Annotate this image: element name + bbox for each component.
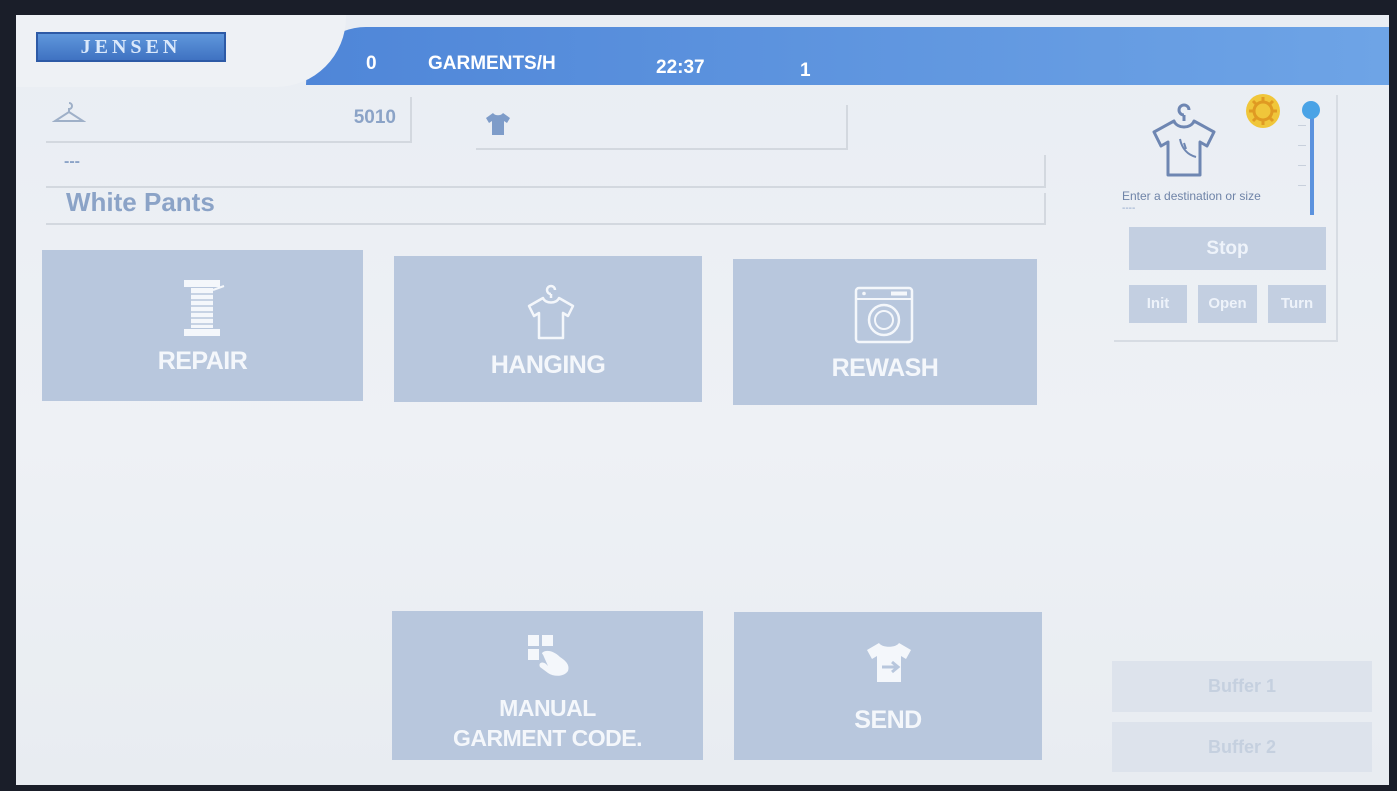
hanger-icon [52,102,86,122]
level-slider-thumb[interactable] [1302,101,1320,119]
slider-tick [1298,125,1306,126]
hmi-screen: JENSEN 0 GARMENTS/H 22:37 1 5010 --- Whi… [16,15,1389,785]
repair-button[interactable]: REPAIR [42,250,363,401]
rewash-button[interactable]: REWASH [733,259,1037,405]
rewash-label: REWASH [831,354,939,382]
slider-tick [1298,185,1306,186]
shirt-arrow-icon [867,643,911,682]
hanger-field[interactable]: 5010 [46,97,412,143]
send-label: SEND [854,706,922,734]
hanger-value: 5010 [353,107,396,128]
manual-garment-code-button[interactable]: MANUAL GARMENT CODE. [392,611,703,760]
destination-input[interactable]: Enter a destination or size [1122,189,1261,203]
send-button[interactable]: SEND [734,612,1042,760]
turn-button[interactable]: Turn [1268,285,1326,323]
init-button[interactable]: Init [1129,285,1187,323]
logo-area: JENSEN [16,15,346,87]
station-number: 1 [800,60,811,81]
hanger-shirt-icon [1152,103,1216,177]
washing-machine-icon [854,286,914,344]
hand-keypad-icon [528,635,569,676]
slider-tick [1298,165,1306,166]
destination-panel: Enter a destination or size ---- Stop In… [1114,94,1338,342]
header-bar: JENSEN 0 GARMENTS/H 22:37 1 [16,15,1389,87]
product-name: White Pants [66,187,215,217]
description-dashes: --- [64,153,80,170]
destination-dashes: ---- [1122,203,1136,214]
garment-field[interactable] [476,105,848,150]
open-button[interactable]: Open [1198,285,1257,323]
gear-icon[interactable] [1243,91,1283,131]
clock-time: 22:37 [656,57,705,78]
stop-button[interactable]: Stop [1129,227,1326,270]
hanging-button[interactable]: HANGING [394,256,702,402]
garment-count: 0 [366,53,377,74]
hanger-shirt-icon [527,284,575,340]
repair-label: REPAIR [157,347,248,375]
manual-label-line1: MANUAL [499,695,596,721]
shirt-icon [486,113,510,135]
manual-label-line2: GARMENT CODE. [453,725,643,751]
buffer-1-button[interactable]: Buffer 1 [1112,661,1372,712]
level-slider-track[interactable] [1310,109,1314,215]
buffer-2-button[interactable]: Buffer 2 [1112,722,1372,772]
thread-spool-icon [184,280,225,336]
brand-logo: JENSEN [36,32,226,62]
hanging-label: HANGING [490,351,606,379]
description-field: --- [46,153,1046,188]
slider-tick [1298,145,1306,146]
rate-label: GARMENTS/H [428,53,556,74]
